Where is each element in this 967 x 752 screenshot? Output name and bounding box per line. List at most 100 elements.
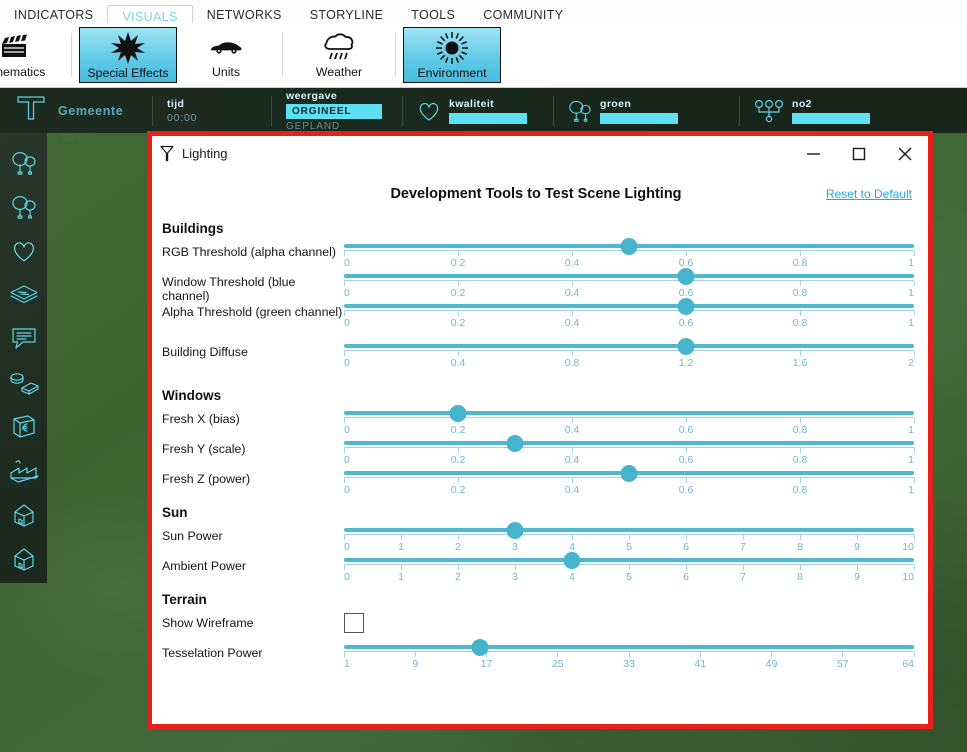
- slider[interactable]: 0 0.2 0.4 0.6 0.8 1: [343, 403, 915, 436]
- setting-row: Tesselation Power 1 9 17 25 33 41 49 57 64: [158, 637, 915, 670]
- slider[interactable]: 0 0.2 0.4 0.6 0.8 1: [343, 463, 915, 496]
- slider[interactable]: 0 0.2 0.4 0.6 0.8 1: [343, 433, 915, 466]
- dialog-heading: Development Tools to Test Scene Lighting: [390, 186, 682, 202]
- dialog-heading-row: Development Tools to Test Scene Lighting…: [158, 179, 914, 209]
- minimize-button[interactable]: [790, 137, 836, 170]
- maximize-button[interactable]: [836, 137, 882, 170]
- tab-storyline[interactable]: STORYLINE: [296, 4, 398, 23]
- setting-label: Sun Power: [162, 529, 223, 543]
- slider-tick-label: 2: [455, 571, 461, 583]
- hud-cell-tijd: tijd 00:00: [153, 88, 271, 133]
- rail-item-0-trees-icon[interactable]: [4, 141, 44, 185]
- rail-item-3-layers-icon[interactable]: [4, 273, 44, 317]
- slider-thumb[interactable]: [677, 298, 695, 315]
- slider-track[interactable]: [344, 304, 914, 308]
- slider-tick-label: 0.8: [792, 317, 808, 329]
- slider-track[interactable]: [344, 645, 914, 649]
- ribbon-button-weather[interactable]: Weather: [290, 27, 388, 83]
- slider[interactable]: 1 9 17 25 33 41 49 57 64: [343, 637, 915, 670]
- slider-tick: [571, 448, 573, 453]
- hud-meter-bar: [792, 112, 870, 124]
- slider-tick-label: 1: [908, 317, 914, 329]
- slider-tick: [685, 535, 687, 540]
- molecule-icon: [754, 99, 784, 123]
- hud-chip-selected[interactable]: ORGINEEL: [286, 103, 382, 119]
- ribbon-separator: [71, 33, 72, 77]
- slider-track[interactable]: [344, 274, 914, 278]
- rail-item-5-coins-icon[interactable]: [4, 361, 44, 405]
- slider-tick-label: 4: [569, 571, 575, 583]
- tab-tools[interactable]: TOOLS: [397, 4, 469, 23]
- slider-tick: [913, 565, 915, 570]
- hud-meter-bar: [449, 112, 527, 124]
- slider-tick-label: 64: [902, 658, 914, 670]
- slider-tick: [457, 251, 459, 256]
- tab-indicators[interactable]: INDICATORS: [0, 4, 107, 23]
- slider-tick-label: 8: [797, 571, 803, 583]
- show-wireframe-checkbox[interactable]: [344, 613, 364, 633]
- rail-item-6-euro-wallet-icon[interactable]: [4, 405, 44, 449]
- slider-tick-label: 0.4: [564, 484, 580, 496]
- slider-thumb[interactable]: [506, 522, 524, 539]
- hud-chip-alternate[interactable]: GEPLAND: [286, 121, 382, 132]
- slider-thumb[interactable]: [471, 639, 489, 656]
- slider-tick: [685, 251, 687, 256]
- slider-track[interactable]: [344, 411, 914, 415]
- setting-row: Fresh X (bias) 0 0.2 0.4 0.6 0.8 1: [158, 403, 915, 436]
- slider-thumb[interactable]: [620, 238, 638, 255]
- slider-tick: [799, 351, 801, 356]
- tab-community[interactable]: COMMUNITY: [469, 4, 577, 23]
- slider-thumb[interactable]: [620, 465, 638, 482]
- slider-track[interactable]: [344, 344, 914, 348]
- ribbon-button-environment[interactable]: Environment: [403, 27, 501, 83]
- hud-cell-weergave: weergave ORGINEEL GEPLAND: [272, 88, 402, 133]
- rail-item-9-house-icon[interactable]: [4, 537, 44, 581]
- slider-thumb[interactable]: [677, 338, 695, 355]
- slider-tick: [771, 652, 772, 657]
- slider[interactable]: 0 0.2 0.4 0.6 0.8 1: [343, 236, 915, 269]
- rail-item-1-trees-icon[interactable]: [4, 185, 44, 229]
- slider-thumb[interactable]: [506, 435, 524, 452]
- slider[interactable]: 0 0.4 0.8 1.2 1.6 2: [343, 336, 915, 369]
- slider-tick: [742, 535, 744, 540]
- slider[interactable]: 0 1 2 3 4 5 6 7 8 9 10: [343, 550, 915, 583]
- slider-track[interactable]: [344, 528, 914, 532]
- section-heading-windows: Windows: [162, 388, 222, 403]
- ribbon-button-units[interactable]: Units: [177, 27, 275, 83]
- slider-tick-label: 0.2: [450, 317, 466, 329]
- ribbon-separator: [395, 33, 396, 77]
- reset-to-default-link[interactable]: Reset to Default: [826, 187, 912, 201]
- close-button[interactable]: [882, 137, 928, 170]
- tab-networks[interactable]: NETWORKS: [193, 4, 296, 23]
- slider-tick: [343, 418, 345, 423]
- slider-tick: [856, 565, 858, 570]
- rail-item-2-heart-icon[interactable]: [4, 229, 44, 273]
- ribbon-button-special-effects[interactable]: Special Effects: [79, 27, 177, 83]
- sun-rays-icon: [435, 31, 469, 65]
- slider-track[interactable]: [344, 441, 914, 445]
- slider-tick-label: 7: [740, 571, 746, 583]
- slider-tick: [343, 478, 345, 483]
- rail-item-4-speech-bubble-icon[interactable]: [4, 317, 44, 361]
- slider-thumb[interactable]: [677, 268, 695, 285]
- slider-tick-row: 0 1 2 3 4 5 6 7 8 9 10: [343, 534, 915, 553]
- slider-tick-label: 0.6: [678, 317, 694, 329]
- slider[interactable]: 0 0.2 0.4 0.6 0.8 1: [343, 266, 915, 299]
- slider-thumb[interactable]: [449, 405, 467, 422]
- setting-row: Show Wireframe: [158, 607, 914, 637]
- rail-item-8-house-icon[interactable]: [4, 493, 44, 537]
- slider[interactable]: 0 1 2 3 4 5 6 7 8 9 10: [343, 520, 915, 553]
- rail-item-7-factory-icon[interactable]: [4, 449, 44, 493]
- slider-tick: [457, 535, 459, 540]
- clapperboard-icon: [0, 30, 30, 64]
- dialog-title-bar[interactable]: Lighting: [152, 136, 928, 171]
- slider-track[interactable]: [344, 558, 914, 562]
- slider-thumb[interactable]: [563, 552, 581, 569]
- ribbon-button-cinematics[interactable]: Cinematics: [0, 27, 64, 83]
- heart-icon: [417, 99, 441, 123]
- slider-tick: [343, 251, 345, 256]
- slider-tick: [457, 448, 459, 453]
- dialog-title-text: Lighting: [182, 146, 228, 161]
- tab-visuals[interactable]: VISUALS: [107, 5, 193, 24]
- slider[interactable]: 0 0.2 0.4 0.6 0.8 1: [343, 296, 915, 329]
